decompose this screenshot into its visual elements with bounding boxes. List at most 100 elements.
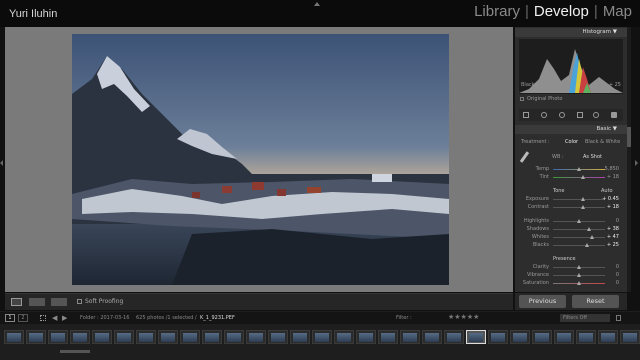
shadows-value[interactable]: + 38	[607, 226, 619, 232]
histogram[interactable]: Blacks + 25	[519, 39, 623, 94]
tint-slider[interactable]	[553, 175, 605, 179]
before-after-icon[interactable]	[29, 298, 45, 306]
tone-auto-button[interactable]: Auto	[601, 188, 613, 194]
filmstrip-thumbnail[interactable]	[246, 330, 266, 344]
clarity-value[interactable]: 0	[616, 264, 619, 270]
filmstrip-thumbnail[interactable]	[400, 330, 420, 344]
forward-arrow-icon[interactable]: ▶	[62, 314, 67, 322]
shadows-slider[interactable]	[553, 227, 605, 231]
blacks-slider[interactable]	[553, 243, 605, 247]
filmstrip-thumbnail[interactable]	[444, 330, 464, 344]
filmstrip-scrollbar[interactable]	[60, 350, 90, 353]
adjustment-brush-icon[interactable]	[611, 112, 617, 118]
exposure-value[interactable]: + 0.45	[602, 196, 619, 202]
scrollbar-thumb[interactable]	[627, 127, 631, 147]
filmstrip-thumbnail[interactable]	[356, 330, 376, 344]
temp-value[interactable]: 5,850	[605, 166, 619, 172]
white-balance-dropper-icon[interactable]	[519, 151, 530, 163]
filmstrip-thumbnail[interactable]	[136, 330, 156, 344]
filmstrip-thumbnail[interactable]	[620, 330, 640, 344]
grid-view-icon[interactable]	[40, 315, 46, 321]
filter-lock-icon[interactable]	[616, 315, 621, 321]
top-panel-toggle-icon[interactable]	[314, 2, 320, 6]
red-eye-icon[interactable]	[559, 112, 565, 118]
thumbnail-image	[469, 333, 483, 342]
module-library[interactable]: Library	[470, 3, 524, 20]
tint-value[interactable]: + 18	[607, 174, 619, 180]
spot-removal-icon[interactable]	[541, 112, 547, 118]
filmstrip-thumbnail[interactable]	[92, 330, 112, 344]
vibrance-slider[interactable]	[553, 273, 605, 277]
filename-label[interactable]: K_1_9231.PEF	[200, 315, 235, 321]
filmstrip-thumbnail[interactable]	[598, 330, 618, 344]
secondary-window-button[interactable]: 2	[18, 314, 28, 322]
treatment-label: Treatment :	[521, 139, 550, 145]
saturation-slider[interactable]	[553, 281, 605, 285]
filmstrip-thumbnail[interactable]	[312, 330, 332, 344]
contrast-value[interactable]: + 18	[607, 204, 619, 210]
contrast-slider[interactable]	[553, 205, 605, 209]
blacks-value[interactable]: + 25	[607, 242, 619, 248]
crop-tool-icon[interactable]	[523, 112, 529, 118]
treatment-color[interactable]: Color	[565, 139, 578, 145]
highlights-value[interactable]: 0	[616, 218, 619, 224]
primary-window-button[interactable]: 1	[5, 314, 15, 322]
filmstrip-thumbnail[interactable]	[576, 330, 596, 344]
filmstrip-thumbnail[interactable]	[268, 330, 288, 344]
filmstrip-thumbnail[interactable]	[466, 330, 486, 344]
saturation-value[interactable]: 0	[616, 280, 619, 286]
previous-button[interactable]: Previous	[519, 295, 566, 308]
right-panel-scrollbar[interactable]	[627, 27, 631, 292]
basic-header[interactable]: Basic ▼	[515, 125, 627, 134]
filmstrip-thumbnail[interactable]	[26, 330, 46, 344]
exposure-label: Exposure	[525, 196, 549, 202]
radial-filter-icon[interactable]	[593, 112, 599, 118]
filmstrip-thumbnail[interactable]	[224, 330, 244, 344]
saturation-label: Saturation	[522, 280, 549, 286]
filmstrip-thumbnail[interactable]	[70, 330, 90, 344]
filmstrip-thumbnail[interactable]	[202, 330, 222, 344]
filmstrip-thumbnail[interactable]	[510, 330, 530, 344]
loupe-view-icon[interactable]	[11, 298, 22, 306]
right-panel-toggle-icon[interactable]	[635, 160, 638, 166]
whites-slider[interactable]	[553, 235, 605, 239]
left-panel-toggle-icon[interactable]	[0, 160, 3, 166]
wb-value[interactable]: As Shot	[583, 154, 602, 160]
module-develop[interactable]: Develop	[530, 3, 593, 20]
before-after-split-icon[interactable]	[51, 298, 67, 306]
temp-slider[interactable]	[553, 167, 605, 171]
thumbnail-image	[491, 333, 505, 342]
reset-button[interactable]: Reset	[572, 295, 619, 308]
filmstrip-thumbnail[interactable]	[422, 330, 442, 344]
thumbnail-image	[73, 333, 87, 342]
vibrance-value[interactable]: 0	[616, 272, 619, 278]
module-map[interactable]: Map	[599, 3, 636, 20]
clarity-slider[interactable]	[553, 265, 605, 269]
filmstrip-thumbnail[interactable]	[378, 330, 398, 344]
filmstrip-thumbnail[interactable]	[114, 330, 134, 344]
filmstrip-thumbnail[interactable]	[290, 330, 310, 344]
filmstrip-thumbnail[interactable]	[48, 330, 68, 344]
whites-value[interactable]: + 47	[607, 234, 619, 240]
filmstrip-thumbnail[interactable]	[180, 330, 200, 344]
filmstrip-thumbnail[interactable]	[334, 330, 354, 344]
histogram-header[interactable]: Histogram ▼	[515, 28, 627, 37]
back-arrow-icon[interactable]: ◀	[52, 314, 57, 322]
filmstrip-thumbnail[interactable]	[4, 330, 24, 344]
highlights-slider[interactable]	[553, 219, 605, 223]
filmstrip-thumbnail[interactable]	[554, 330, 574, 344]
filter-select[interactable]: Filters Off	[560, 314, 610, 322]
filmstrip-thumbnail[interactable]	[532, 330, 552, 344]
treatment-black-white[interactable]: Black & White	[585, 139, 620, 145]
soft-proofing-checkbox[interactable]	[77, 299, 82, 304]
shadows-label: Shadows	[526, 226, 549, 232]
filmstrip-thumbnail[interactable]	[488, 330, 508, 344]
filmstrip-thumbnail[interactable]	[158, 330, 178, 344]
rating-filter-stars[interactable]: ★★★★★	[448, 313, 479, 321]
exposure-slider[interactable]	[553, 197, 605, 201]
photo-preview[interactable]	[72, 34, 449, 285]
source-label[interactable]: Folder : 2017-03-16	[80, 315, 129, 321]
original-photo-checkbox[interactable]	[520, 97, 524, 101]
thumbnail-image	[293, 333, 307, 342]
graduated-filter-icon[interactable]	[577, 112, 583, 118]
